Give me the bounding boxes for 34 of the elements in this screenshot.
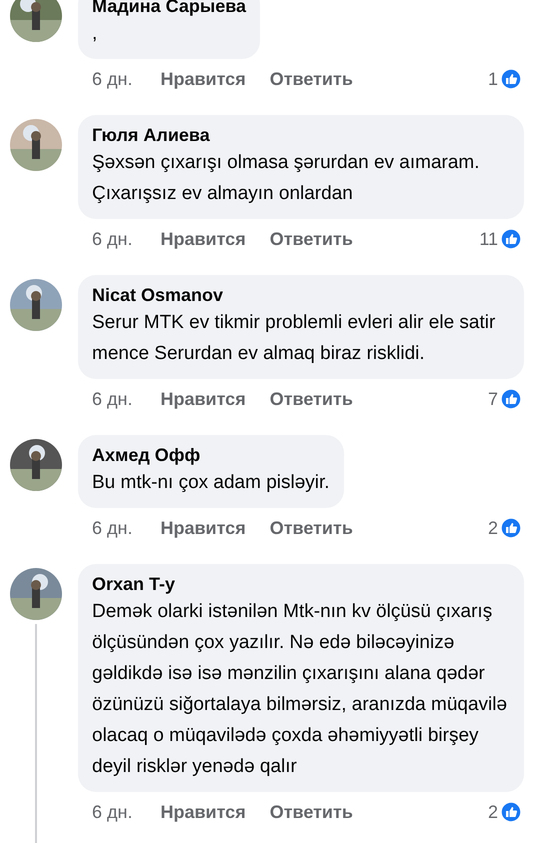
like-link[interactable]: Нравится [160,66,246,92]
reaction-count: 11 [479,228,498,250]
reply-link[interactable]: Ответить [270,798,353,826]
like-link[interactable]: Нравится [160,798,246,826]
reaction-count: 2 [488,516,498,540]
like-link[interactable]: Нравится [160,514,246,542]
reaction-count: 7 [488,388,498,410]
comment-time: 6 дн. [92,228,132,251]
reply-link[interactable]: Ответить [270,514,353,542]
comment-text: Şəxsən çıxarışı olmasa şərurdan ev aımaram. Çıxarışsız ev almayın onlardan [92,151,481,206]
like-icon [500,517,522,539]
like-link[interactable]: Нравится [160,226,246,252]
commenter-name[interactable]: Orxan T-y [92,572,510,596]
like-icon [500,68,522,90]
comment-time: 6 дн. [92,388,132,411]
comment-text: , [92,22,98,46]
comment-time: 6 дн. [92,68,132,91]
reaction-count: 2 [488,800,498,824]
reply-link[interactable]: Ответить [270,66,353,92]
comment-text: Bu mtk-nı çox adam pisləyir. [92,471,330,495]
comment-text: Demək olarki istənilən Mtk-nın kv ölçüsü çıxarış ölçüsündən çox yazılır. Nə edə biləcəyinizə gəldikdə isə isə mənzilin çıxarışını alana qədər özünüzü siğortalaya bilmərsiz, aranızda müqavilə olacaq o müqavilədə çoxda əhəmiyyətli birşey deyil risklər yenədə qalır [92,600,508,779]
reply-link[interactable]: Ответить [270,226,353,252]
comment-time: 6 дн. [92,800,132,824]
commenter-name[interactable]: Ахмед Офф [92,443,330,467]
commenter-name[interactable]: Nicat Osmanov [92,283,510,307]
like-icon [500,801,522,823]
like-icon [500,228,522,250]
reply-link[interactable]: Ответить [270,386,353,412]
comment-text: Serur MTK ev tikmir problemli evleri alir ele satir mence Serurdan ev almaq biraz risklidi. [92,311,496,366]
commenter-name[interactable]: Гюля Алиева [92,123,510,147]
comment-time: 6 дн. [92,516,132,540]
like-icon [500,388,522,410]
like-link[interactable]: Нравится [160,386,246,412]
reaction-count: 1 [488,68,498,90]
